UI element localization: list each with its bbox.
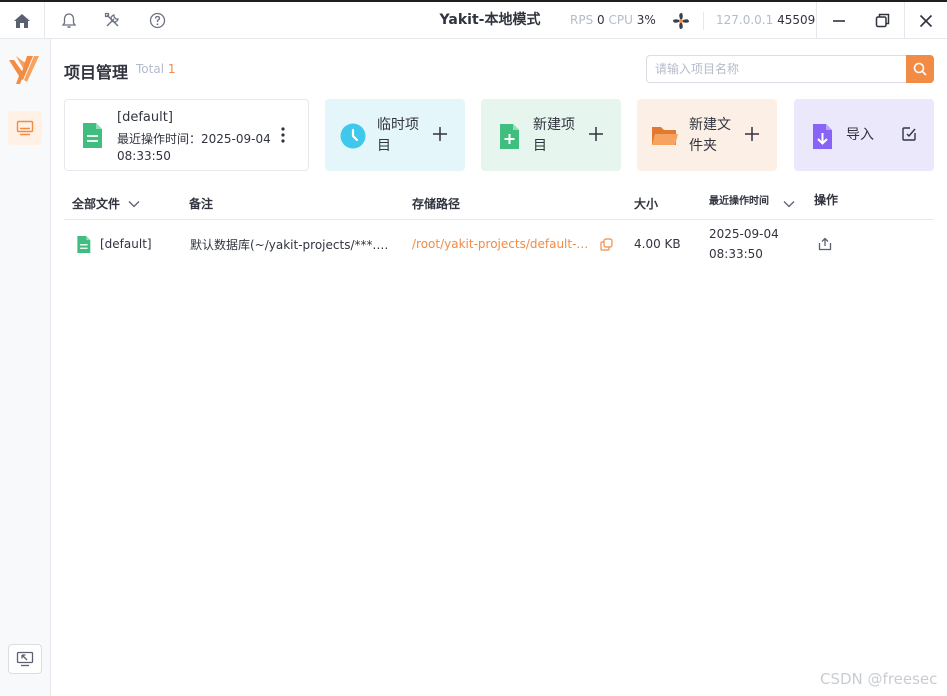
column-all-files[interactable]: 全部文件 — [72, 187, 140, 220]
column-operation: 操作 — [814, 193, 839, 207]
copy-icon[interactable] — [600, 220, 616, 268]
sidebar — [0, 39, 51, 696]
default-project-card[interactable]: [default] 最近操作时间：2025-09-04 08:33:50 — [64, 99, 309, 171]
rps-value: 0 — [597, 13, 605, 27]
column-size: 大小 — [634, 197, 659, 211]
column-path: 存储路径 — [412, 197, 461, 211]
new-folder-label: 新建文件夹 — [689, 117, 731, 154]
minimize-icon — [832, 19, 845, 22]
plus-icon[interactable] — [741, 123, 763, 145]
bell-icon[interactable] — [46, 2, 91, 39]
project-name: [default] — [117, 110, 173, 125]
project-table-header: 全部文件 备注 存储路径 大小 最近操作时间 操作 — [64, 187, 934, 220]
host-text: 127.0.0.1 — [716, 13, 774, 27]
time-sort-button[interactable] — [783, 187, 795, 220]
folder-icon — [651, 122, 679, 150]
chevron-down-icon — [128, 200, 140, 207]
screen-collapse-icon — [16, 651, 34, 667]
plus-icon[interactable] — [429, 123, 451, 145]
import-card[interactable]: 导入 — [794, 99, 934, 171]
engine-icon[interactable] — [667, 2, 695, 39]
row-note: 默认数据库(~/yakit-projects/***.db): 该数据库包含Ya… — [190, 220, 394, 268]
close-icon — [919, 14, 933, 27]
table-row[interactable]: [default] 默认数据库(~/yakit-projects/***.db)… — [64, 220, 934, 268]
help-icon[interactable] — [135, 2, 180, 39]
engine-stats: RPS 0 CPU 3% — [570, 2, 656, 39]
divider — [703, 12, 704, 30]
export-icon[interactable] — [818, 220, 838, 268]
row-note-text: 默认数据库(~/yakit-projects/***.db): 该数据库包含Ya… — [190, 237, 394, 252]
cpu-label: CPU — [608, 13, 633, 27]
clock-icon — [339, 122, 367, 150]
project-management-page: 项目管理 Total 1 [default] 最近操作时间：2025-09-04… — [52, 39, 947, 696]
restore-icon — [875, 13, 889, 28]
port-text: 45509 — [777, 13, 816, 27]
window-title: Yakit-本地模式 — [439, 12, 541, 28]
row-project-name: [default] — [100, 237, 152, 251]
monitor-icon — [16, 120, 34, 136]
engine-address: 127.0.0.1 45509 — [716, 2, 815, 39]
total-count: Total 1 — [136, 62, 176, 76]
home-icon[interactable] — [0, 2, 45, 39]
row-last-operation-time: 2025-09-04 08:33:50 — [709, 227, 779, 261]
search-button[interactable] — [906, 55, 934, 83]
watermark: CSDN @freesec — [820, 670, 938, 688]
row-path[interactable]: /root/yakit-projects/default-yakit.db — [412, 220, 592, 268]
new-project-label: 新建项目 — [533, 117, 575, 154]
close-button[interactable] — [904, 2, 947, 39]
import-label: 导入 — [846, 127, 874, 143]
cpu-value: 3% — [636, 13, 656, 27]
chevron-down-icon — [783, 200, 795, 207]
new-file-icon — [495, 122, 523, 150]
import-confirm-icon[interactable] — [898, 123, 920, 145]
minimize-button[interactable] — [816, 2, 860, 39]
import-file-icon — [808, 122, 836, 150]
project-file-icon — [81, 122, 103, 153]
column-note: 备注 — [189, 197, 214, 211]
plus-icon[interactable] — [585, 123, 607, 145]
total-value: 1 — [167, 62, 176, 76]
new-folder-card[interactable]: 新建文件夹 — [637, 99, 777, 171]
total-label: Total — [136, 62, 165, 76]
new-project-card[interactable]: 新建项目 — [481, 99, 621, 171]
row-size: 4.00 KB — [634, 237, 681, 251]
project-file-icon — [76, 220, 94, 268]
page-title: 项目管理 — [64, 63, 129, 82]
row-path-text: /root/yakit-projects/default-yakit.db — [412, 237, 592, 251]
project-search-input[interactable] — [646, 55, 907, 83]
column-all-files-label: 全部文件 — [72, 197, 121, 211]
search-icon — [913, 62, 927, 76]
tools-icon[interactable] — [90, 2, 135, 39]
restore-button[interactable] — [860, 2, 904, 39]
yakit-logo — [7, 52, 41, 86]
title-bar: Yakit-本地模式 RPS 0 CPU 3% 127.0.0.1 45509 — [0, 0, 947, 39]
screen-collapse-button[interactable] — [8, 644, 42, 674]
project-last-operation-time: 最近操作时间：2025-09-04 08:33:50 — [117, 132, 271, 163]
more-options-icon[interactable] — [277, 122, 289, 148]
rps-label: RPS — [570, 13, 594, 27]
temp-project-card[interactable]: 临时项目 — [325, 99, 465, 171]
project-management-nav[interactable] — [8, 111, 42, 145]
temp-project-label: 临时项目 — [377, 117, 419, 154]
